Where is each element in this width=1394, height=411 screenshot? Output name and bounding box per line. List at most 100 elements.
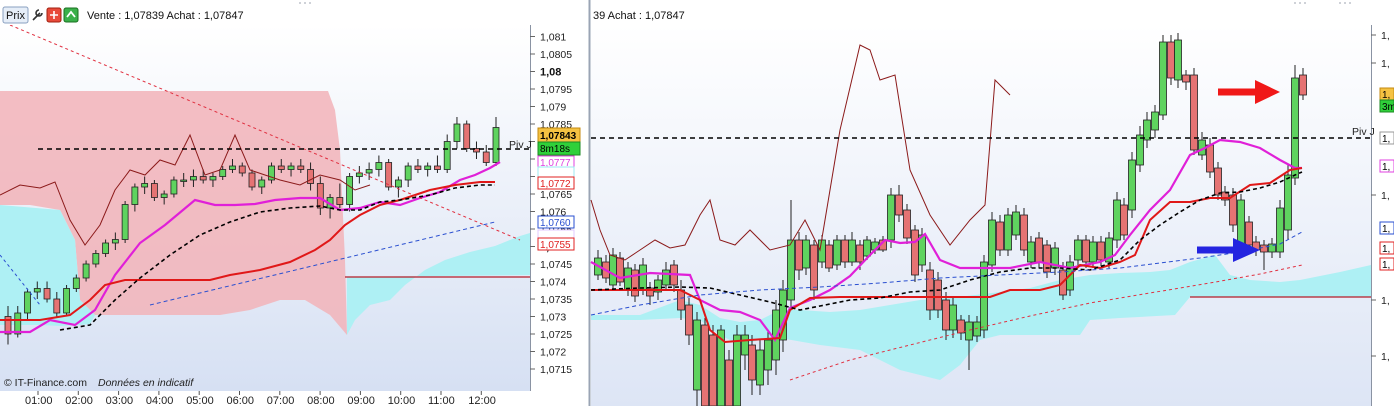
left-candle-bullish [24, 291, 31, 314]
left-candle-bullish [131, 186, 139, 205]
left-candle-bullish [14, 312, 22, 335]
left-candle-bearish [482, 151, 490, 163]
right-candle-bullish [973, 321, 981, 337]
left-x-tick-label: 01:00 [25, 395, 53, 406]
left-candle-bearish [336, 197, 344, 205]
right-candle-bullish [662, 269, 670, 286]
left-x-tick-label: 12:00 [468, 395, 496, 406]
left-x-tick-label: 06:00 [227, 395, 255, 406]
left-candle-bearish [297, 165, 305, 170]
left-candle-bearish [150, 183, 158, 198]
left-x-tick-label: 05:00 [186, 395, 214, 406]
right-candle-bearish [1097, 241, 1105, 261]
left-candle-bullish [33, 288, 41, 293]
left-timer-badge: 8m18s [540, 144, 570, 155]
add-indicator-icon[interactable] [63, 7, 79, 23]
left-candle-bullish [346, 176, 354, 205]
prix-label: Prix [6, 10, 25, 22]
right-candle-bullish [1276, 207, 1284, 253]
left-candle-bullish [365, 169, 373, 174]
left-x-tick-label: 09:00 [347, 395, 375, 406]
right-candle-bullish [988, 219, 996, 266]
left-candle-bullish [287, 165, 295, 170]
left-y-tick-label: 1,074 [540, 277, 566, 289]
left-candle-bullish [170, 179, 178, 195]
trading-chart-window: 1,08151,0811,08051,081,07951,0791,07851,… [0, 0, 1394, 407]
right-candle-bullish [609, 254, 617, 286]
left-candle-bullish [92, 253, 100, 265]
right-candle-bearish [677, 289, 685, 311]
left-indicator-badge: 1,0760 [540, 218, 571, 229]
left-y-tick-label: 1,073 [540, 312, 566, 324]
left-x-tick-label: 02:00 [65, 395, 93, 406]
left-y-tick-label: 1,08 [540, 67, 561, 79]
quote-text: Vente : 1,07839 Achat : 1,07847 [87, 10, 244, 22]
right-candle-bullish [741, 334, 749, 356]
right-candle-bearish [1245, 221, 1253, 246]
right-candle-bullish [848, 239, 856, 263]
right-indicator-badge: 1, [1382, 90, 1390, 101]
left-candle-bullish [453, 123, 461, 142]
right-candle-bearish [1082, 239, 1090, 263]
left-candle-bullish [111, 239, 119, 244]
right-candle-bullish [1291, 77, 1299, 179]
right-candle-bullish [733, 334, 741, 407]
left-candle-bearish [316, 183, 324, 209]
right-candle-bullish [965, 321, 973, 341]
right-indicator-badge: 1, [1382, 244, 1390, 255]
remove-indicator-icon[interactable] [46, 7, 62, 23]
left-candle-bullish [443, 141, 451, 170]
right-candle-bearish [685, 304, 693, 336]
wrench-icon[interactable] [30, 8, 44, 22]
right-candle-bullish [818, 239, 826, 263]
right-candle-bearish [1167, 41, 1175, 79]
right-candle-bearish [957, 319, 965, 334]
left-x-tick-label: 11:00 [428, 395, 455, 406]
left-candle-bullish [63, 288, 70, 314]
right-candle-bullish [863, 239, 871, 257]
right-candle-bullish [1089, 241, 1097, 263]
left-pivot-label: Piv J [509, 139, 532, 151]
right-candle-bullish [1284, 174, 1292, 231]
right-y-tick-label: 1, [1381, 58, 1390, 70]
left-candle-bullish [180, 179, 188, 182]
right-candle-bullish [887, 194, 895, 241]
right-candle-bullish [1074, 239, 1082, 261]
right-candle-bullish [802, 239, 810, 269]
right-candle-bullish [1159, 41, 1167, 116]
right-candle-bullish [764, 339, 772, 371]
disclaimer-text: Données en indicatif [98, 377, 194, 389]
left-candle-bullish [404, 165, 412, 181]
right-candle-bearish [996, 221, 1004, 251]
left-x-tick-label: 04:00 [146, 395, 174, 406]
right-candle-bearish [701, 324, 709, 407]
left-candle-bullish [141, 183, 149, 188]
right-candle-bearish [810, 244, 818, 291]
right-indicator-badge: 1, [1382, 260, 1390, 271]
copyright-text: © IT-Finance.com [4, 377, 87, 389]
right-candle-bullish [756, 349, 764, 386]
left-x-tick-label: 08:00 [307, 395, 335, 406]
right-candle-bearish [1260, 244, 1268, 253]
right-candle-bearish [1182, 74, 1190, 83]
right-candle-bullish [1128, 159, 1136, 211]
left-x-tick-label: 03:00 [106, 395, 134, 406]
right-candle-bearish [942, 299, 950, 331]
right-candle-bearish [934, 279, 942, 311]
left-indicator-badge: 1,0772 [540, 179, 571, 190]
right-y-tick-label: 1, [1381, 351, 1390, 363]
left-candle-bearish [248, 172, 256, 188]
left-candle-bullish [160, 193, 168, 198]
left-candle-bullish [229, 165, 236, 170]
left-candle-bearish [434, 165, 441, 170]
right-candle-bearish [1120, 204, 1128, 236]
right-candle-bearish [841, 239, 849, 263]
right-candle-bearish [1035, 237, 1043, 263]
left-candle-bullish [209, 176, 217, 181]
left-candle-bearish [307, 169, 314, 184]
right-candle-bearish [911, 229, 919, 276]
right-candle-bearish [825, 244, 833, 269]
right-candle-bullish [1027, 241, 1035, 263]
right-candle-bearish [903, 209, 911, 239]
right-candle-bearish [709, 334, 717, 407]
